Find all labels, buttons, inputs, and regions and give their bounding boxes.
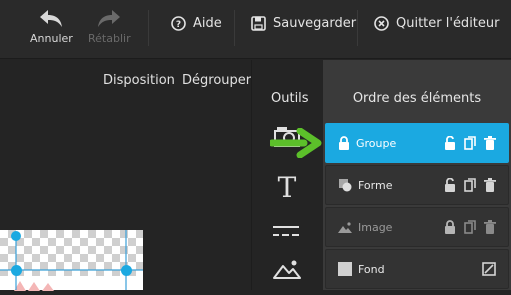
layer-item-groupe[interactable]: Groupe xyxy=(325,123,509,163)
layer-label: Image xyxy=(358,220,393,234)
unlock-icon[interactable] xyxy=(444,178,456,192)
quit-editor-button[interactable]: Quitter l'éditeur xyxy=(374,16,499,31)
tools-panel: Outils T xyxy=(251,60,323,290)
save-icon xyxy=(251,16,266,31)
close-circle-icon xyxy=(374,16,389,31)
toolbar-divider xyxy=(148,10,149,46)
layers-panel: Ordre des éléments Groupe Forme Image Fo… xyxy=(323,60,511,290)
layer-item-fond[interactable]: Fond xyxy=(325,249,509,289)
ungroup-button[interactable]: Dégrouper xyxy=(182,73,251,88)
layer-actions xyxy=(444,178,496,192)
save-button[interactable]: Sauvegarder xyxy=(251,16,356,31)
lock-icon[interactable] xyxy=(444,220,456,234)
undo-button[interactable]: Annuler xyxy=(30,8,73,45)
layer-actions xyxy=(482,262,496,276)
duplicate-icon[interactable] xyxy=(464,136,476,150)
undo-label: Annuler xyxy=(30,32,73,45)
layout-button[interactable]: Disposition xyxy=(103,73,175,88)
layer-item-forme[interactable]: Forme xyxy=(325,165,509,205)
selection-box xyxy=(0,230,143,290)
tools-title: Outils xyxy=(271,91,309,106)
duplicate-icon[interactable] xyxy=(464,178,476,192)
background-icon xyxy=(338,262,352,276)
help-button[interactable]: ? Aide xyxy=(171,16,222,31)
layer-item-image[interactable]: Image xyxy=(325,207,509,247)
resize-handle[interactable] xyxy=(121,265,132,276)
trash-icon[interactable] xyxy=(484,136,496,150)
pointer-arrow-icon xyxy=(270,128,322,158)
top-toolbar: Annuler Rétablir ? Aide Sauvegarder Quit… xyxy=(0,0,511,59)
layer-label: Groupe xyxy=(356,136,397,150)
text-tool-icon[interactable]: T xyxy=(276,174,298,200)
redo-button[interactable]: Rétablir xyxy=(88,8,131,45)
quit-editor-label: Quitter l'éditeur xyxy=(396,16,500,31)
resize-handle[interactable] xyxy=(11,265,22,276)
svg-text:?: ? xyxy=(176,20,181,30)
lock-icon xyxy=(339,136,349,150)
image-tool-icon[interactable] xyxy=(273,258,301,280)
layers-title: Ordre des éléments xyxy=(352,91,482,106)
layer-actions xyxy=(444,136,496,150)
duplicate-icon[interactable] xyxy=(464,220,476,234)
save-label: Sauvegarder xyxy=(273,16,357,31)
toolbar-divider xyxy=(357,10,358,46)
image-icon xyxy=(338,222,352,233)
layer-label: Forme xyxy=(358,178,393,192)
layer-actions xyxy=(444,220,496,234)
svg-text:T: T xyxy=(278,174,297,200)
toolbar-divider xyxy=(234,10,235,46)
rotate-handle[interactable] xyxy=(11,231,21,241)
layer-label: Fond xyxy=(358,262,385,276)
shape-icon xyxy=(339,179,352,192)
edit-background-icon[interactable] xyxy=(482,262,496,276)
trash-icon[interactable] xyxy=(484,178,496,192)
unlock-icon[interactable] xyxy=(444,136,456,150)
redo-label: Rétablir xyxy=(88,32,131,45)
undo-icon xyxy=(40,10,63,27)
lines-tool-icon[interactable] xyxy=(272,224,300,238)
trash-icon[interactable] xyxy=(484,220,496,234)
redo-icon xyxy=(98,10,121,27)
help-label: Aide xyxy=(193,16,222,31)
help-icon: ? xyxy=(171,16,186,31)
